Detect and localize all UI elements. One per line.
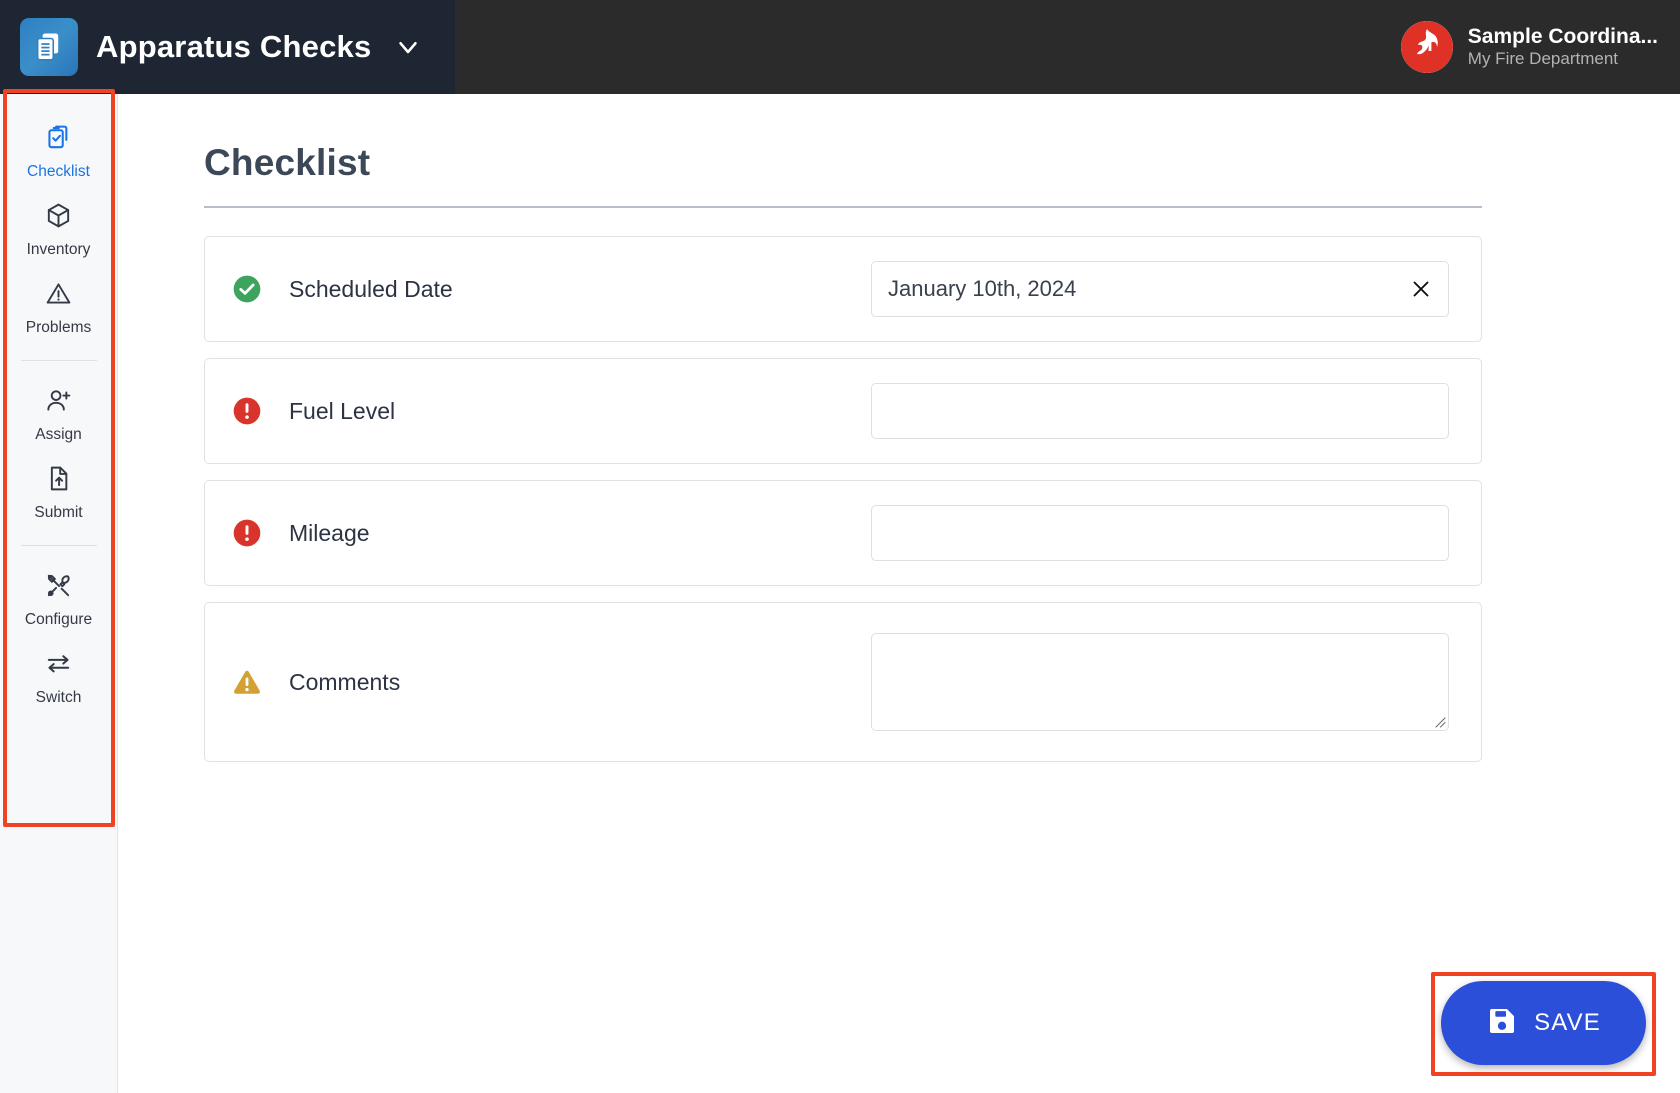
title-divider: [204, 206, 1482, 208]
user-organization: My Fire Department: [1468, 50, 1658, 69]
sidebar-item-label: Checklist: [27, 164, 90, 180]
top-header: Apparatus Checks Sample Coordina... My F…: [0, 0, 1680, 94]
sidebar-item-label: Inventory: [27, 242, 91, 258]
row-label: Fuel Level: [289, 398, 395, 425]
check-circle-icon: [231, 273, 263, 305]
row-label: Comments: [289, 669, 400, 696]
sidebar-divider: [21, 545, 97, 546]
sidebar-item-label: Submit: [34, 505, 82, 521]
warning-triangle-icon: [44, 279, 73, 313]
header-user-area[interactable]: Sample Coordina... My Fire Department: [455, 0, 1680, 94]
save-button-label: SAVE: [1534, 1009, 1601, 1037]
exclamation-circle-icon: [231, 395, 263, 427]
sidebar-item-submit[interactable]: Submit: [0, 453, 117, 531]
comments-textarea[interactable]: [871, 633, 1449, 731]
row-label-area: Comments: [231, 666, 871, 698]
sidebar-item-configure[interactable]: Configure: [0, 560, 117, 638]
row-label-area: Scheduled Date: [231, 273, 871, 305]
user-meta: Sample Coordina... My Fire Department: [1468, 25, 1658, 69]
sidebar-item-label: Problems: [26, 320, 91, 336]
app-title: Apparatus Checks: [96, 29, 371, 65]
row-label: Mileage: [289, 520, 370, 547]
row-field-area: January 10th, 2024: [871, 261, 1449, 317]
main-content: Checklist Scheduled Date January 10t: [119, 94, 1680, 1093]
sidebar-item-checklist[interactable]: Checklist: [0, 112, 117, 190]
sidebar-item-problems[interactable]: Problems: [0, 268, 117, 346]
row-field-area: [871, 505, 1449, 561]
sidebar-item-label: Assign: [35, 427, 82, 443]
save-floppy-icon: [1486, 1005, 1518, 1042]
header-brand-area: Apparatus Checks: [0, 0, 455, 94]
clipboard-documents-icon: [20, 18, 78, 76]
sidebar-item-label: Configure: [25, 612, 92, 628]
scheduled-date-value: January 10th, 2024: [888, 276, 1076, 302]
file-upload-icon: [44, 464, 73, 498]
warning-triangle-icon: [231, 666, 263, 698]
row-field-area: [871, 633, 1449, 731]
mileage-input[interactable]: [871, 505, 1449, 561]
resize-handle-icon[interactable]: [1432, 714, 1446, 728]
user-plus-icon: [44, 386, 73, 420]
scheduled-date-input[interactable]: January 10th, 2024: [871, 261, 1449, 317]
close-icon[interactable]: [1408, 276, 1434, 302]
row-label: Scheduled Date: [289, 276, 453, 303]
sidebar-item-label: Switch: [36, 690, 82, 706]
fuel-level-input[interactable]: [871, 383, 1449, 439]
checklist-row-mileage: Mileage: [204, 480, 1482, 586]
app-root: Apparatus Checks Sample Coordina... My F…: [0, 0, 1680, 1093]
chevron-down-icon[interactable]: [393, 32, 423, 62]
sidebar-item-inventory[interactable]: Inventory: [0, 190, 117, 268]
sidebar-navigation: Checklist Inventory Problems: [0, 94, 118, 1093]
swap-arrows-icon: [44, 649, 73, 683]
sidebar-item-assign[interactable]: Assign: [0, 375, 117, 453]
checklist-row-comments: Comments: [204, 602, 1482, 762]
checklist-rows: Scheduled Date January 10th, 2024: [204, 236, 1482, 762]
sidebar-divider: [21, 360, 97, 361]
checklist-row-fuel-level: Fuel Level: [204, 358, 1482, 464]
user-name: Sample Coordina...: [1468, 25, 1658, 48]
cube-icon: [44, 201, 73, 235]
clipboard-check-icon: [44, 123, 73, 157]
row-label-area: Fuel Level: [231, 395, 871, 427]
exclamation-circle-icon: [231, 517, 263, 549]
row-label-area: Mileage: [231, 517, 871, 549]
tools-icon: [44, 571, 73, 605]
sidebar-item-switch[interactable]: Switch: [0, 638, 117, 716]
avatar: [1401, 21, 1453, 73]
checklist-row-scheduled-date: Scheduled Date January 10th, 2024: [204, 236, 1482, 342]
save-button[interactable]: SAVE: [1441, 981, 1646, 1065]
row-field-area: [871, 383, 1449, 439]
page-title: Checklist: [204, 142, 1590, 184]
